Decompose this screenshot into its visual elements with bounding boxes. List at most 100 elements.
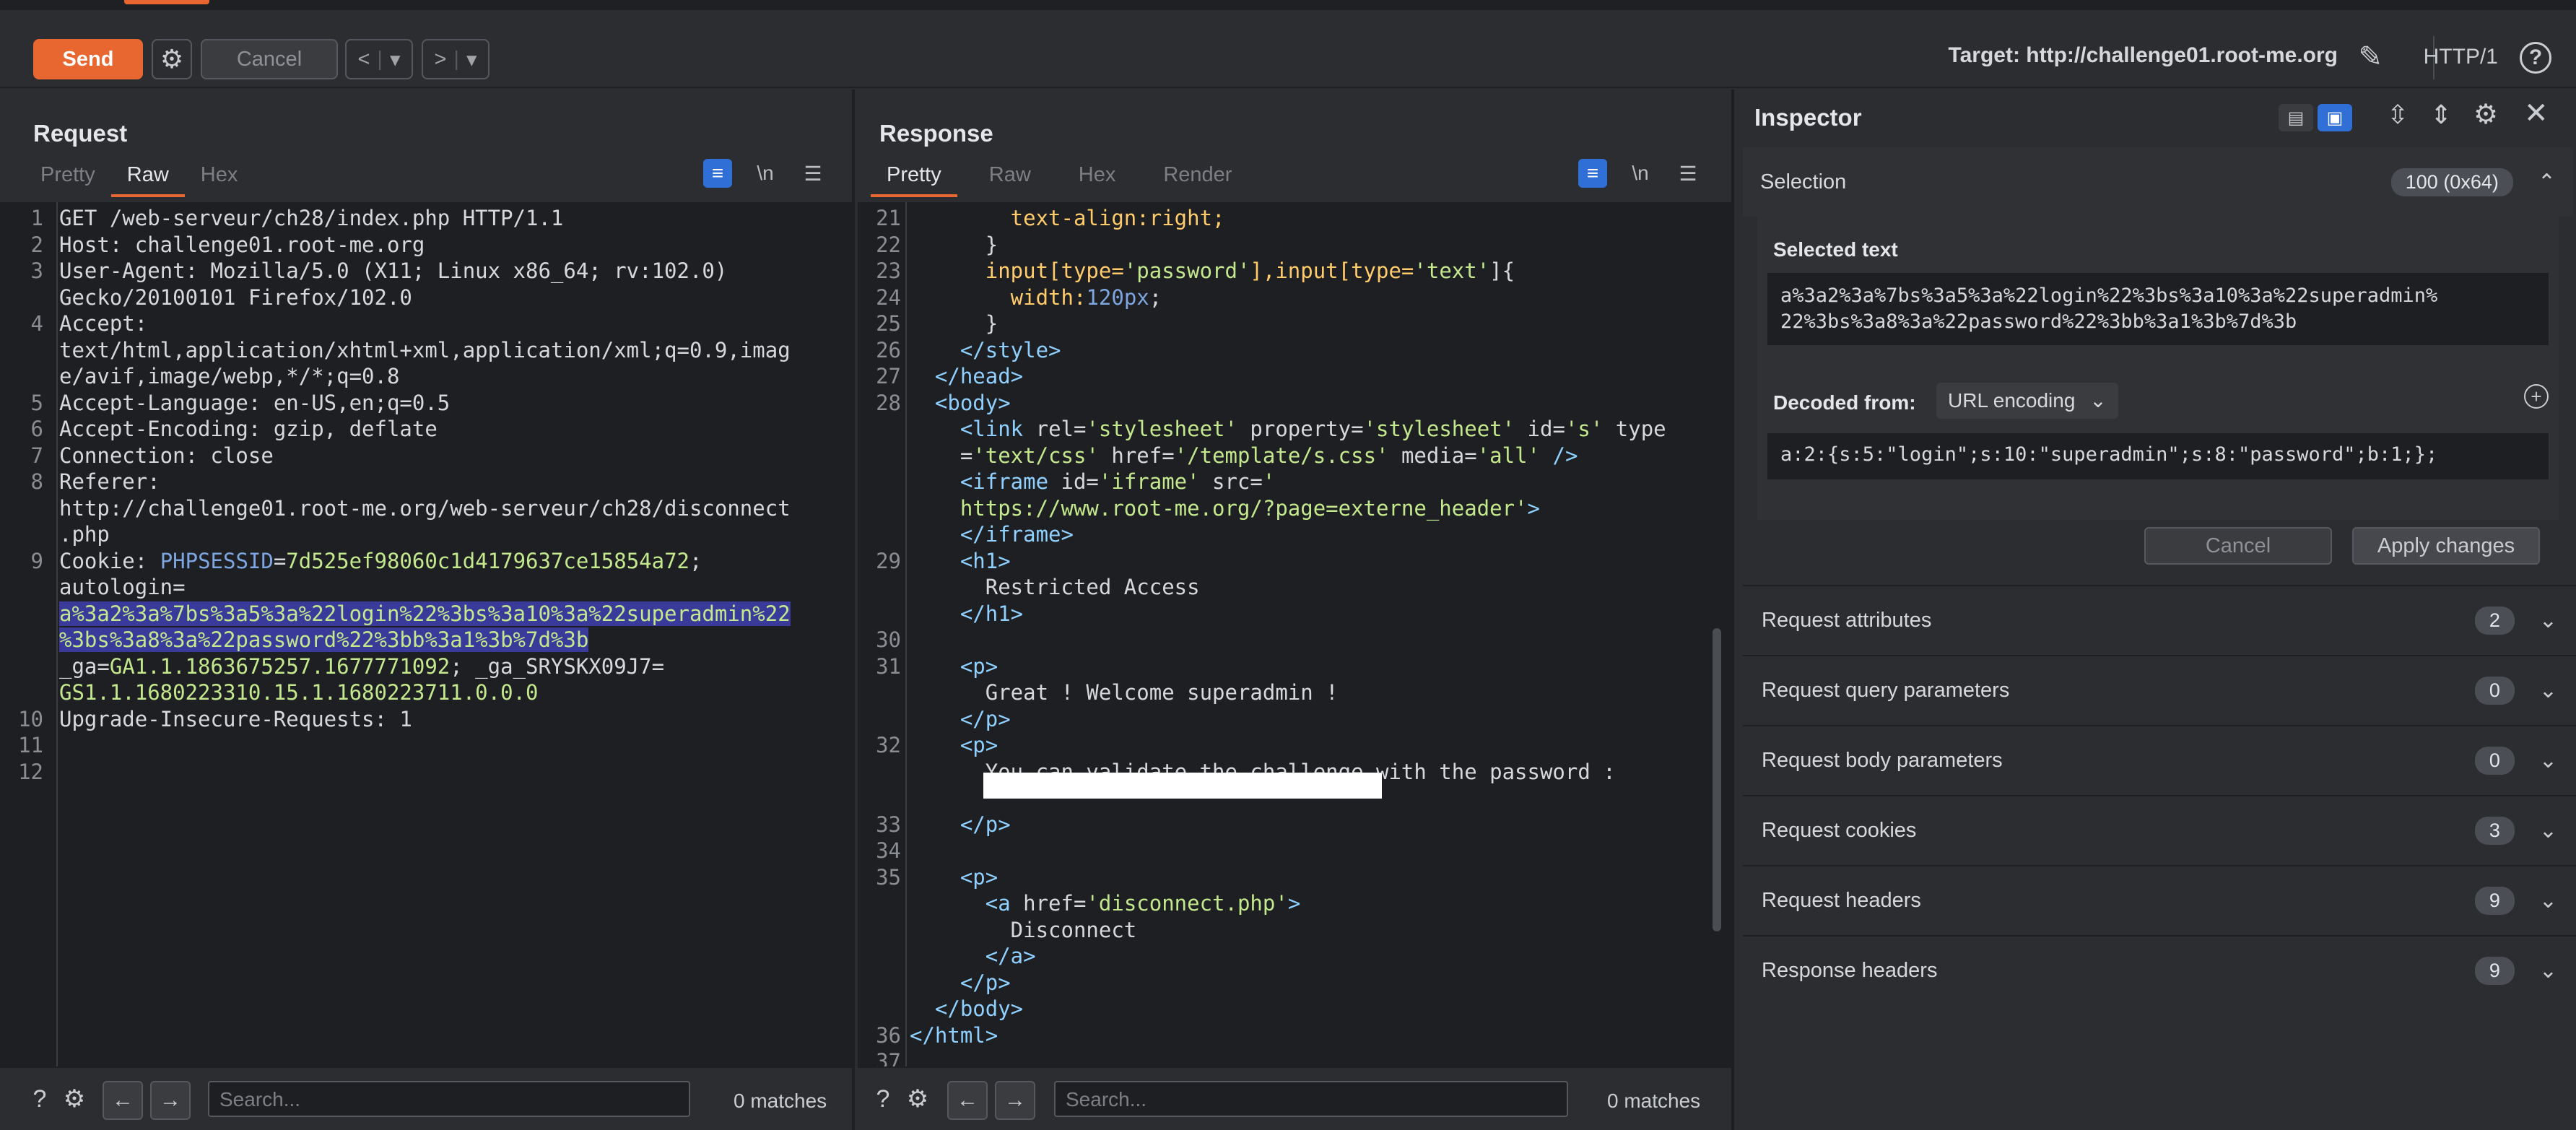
inspector-section-row[interactable]: Request query parameters 0 ⌄ <box>1743 655 2576 724</box>
selection-section-header[interactable]: Selection 100 (0x64) ⌃ <box>1743 147 2573 217</box>
next-match-button[interactable]: → <box>995 1081 1035 1120</box>
add-decoding-icon[interactable]: + <box>2524 384 2549 409</box>
tab-raw[interactable]: Raw <box>110 160 185 197</box>
cancel-button[interactable]: Cancel <box>2144 527 2332 565</box>
cancel-button[interactable]: Cancel <box>201 39 338 79</box>
code-token: Referer: <box>59 469 160 494</box>
code-line: </p> <box>910 970 1011 996</box>
inspector-section-row[interactable]: Request cookies 3 ⌄ <box>1743 795 2576 864</box>
tab-hex[interactable]: Hex <box>185 160 254 197</box>
tab-render[interactable]: Render <box>1147 160 1248 197</box>
target-label[interactable]: Target: http://challenge01.root-me.org <box>1949 43 2338 68</box>
close-icon[interactable]: ✕ <box>2524 97 2549 130</box>
split-view-icon[interactable]: ▣ <box>2318 104 2352 131</box>
section-label: Request cookies <box>1762 818 1917 842</box>
code-line: <p> <box>910 864 998 891</box>
code-token: </h1> <box>910 601 1024 626</box>
tab-pretty[interactable]: Pretty <box>25 160 111 197</box>
decoded-value-box[interactable]: a:2:{s:5:"login";s:10:"superadmin";s:8:"… <box>1767 433 2549 479</box>
previous-match-button[interactable]: ← <box>947 1081 988 1120</box>
decoding-dropdown[interactable]: URL encoding ⌄ <box>1936 383 2118 419</box>
menu-icon[interactable]: ☰ <box>1674 159 1702 188</box>
code-line: input[type='password'],input[type='text'… <box>910 258 1515 284</box>
code-token: Restricted Access <box>910 575 1200 599</box>
code-token: text/html,application/xhtml+xml,applicat… <box>59 337 791 362</box>
code-token: > <box>1287 891 1301 916</box>
next-match-button[interactable]: → <box>150 1081 191 1120</box>
settings-gear-icon[interactable]: ⚙ <box>152 39 192 79</box>
expand-all-icon[interactable]: ⇳ <box>2387 100 2409 130</box>
newline-toggle-icon[interactable]: \n <box>751 159 780 188</box>
code-token: </p> <box>910 706 1011 731</box>
search-input[interactable]: Search... <box>208 1081 690 1117</box>
code-line: a%3a2%3a%7bs%3a5%3a%22login%22%3bs%3a10%… <box>59 601 791 627</box>
selected-text-box[interactable]: a%3a2%3a%7bs%3a5%3a%22login%22%3bs%3a10%… <box>1767 273 2549 345</box>
code-token: } <box>910 232 998 257</box>
code-line: Accept-Language: en-US,en;q=0.5 <box>59 390 450 417</box>
code-token: Great ! Welcome superadmin ! <box>910 680 1339 705</box>
code-token: input[type= <box>910 258 1124 283</box>
newline-toggle-icon[interactable]: \n <box>1626 159 1655 188</box>
wrap-lines-icon[interactable]: ≡ <box>1578 159 1607 188</box>
code-token: </p> <box>910 970 1011 995</box>
collapse-all-icon[interactable]: ⇕ <box>2430 100 2452 130</box>
history-forward-button[interactable]: > | ▾ <box>422 39 489 79</box>
tab-raw[interactable]: Raw <box>973 160 1047 197</box>
inspector-section-row[interactable]: Response headers 9 ⌄ <box>1743 935 2576 1004</box>
code-token: type <box>1603 417 1666 441</box>
code-line: autologin= <box>59 574 186 601</box>
inspector-section-row[interactable]: Request attributes 2 ⌄ <box>1743 585 2576 654</box>
response-tabs: Pretty Raw Hex Render <box>871 160 1248 197</box>
inspector-section-row[interactable]: Request body parameters 0 ⌄ <box>1743 725 2576 794</box>
chevron-down-icon[interactable]: ▾ <box>466 47 477 72</box>
redacted-password-block <box>983 773 1382 799</box>
code-token: <p> <box>910 864 998 890</box>
code-token: close <box>210 443 274 468</box>
line-number: 37 <box>876 1049 901 1066</box>
code-token: e/avif,image/webp,*/*;q=0.8 <box>59 364 400 388</box>
line-number: 32 <box>876 733 901 757</box>
code-line: </p> <box>910 812 1011 838</box>
code-line: Disconnect <box>910 917 1137 944</box>
inspector-section-row[interactable]: Request headers 9 ⌄ <box>1743 865 2576 934</box>
code-token: <link <box>910 417 1036 441</box>
divider: | <box>377 47 383 71</box>
code-token: href= <box>1023 891 1087 916</box>
section-label: Request query parameters <box>1762 678 2010 702</box>
send-button[interactable]: Send <box>33 39 143 79</box>
divider: | <box>453 47 459 71</box>
chevron-down-icon[interactable]: ▾ <box>390 47 401 72</box>
tab-pretty[interactable]: Pretty <box>871 160 957 197</box>
help-icon[interactable]: ? <box>25 1084 55 1114</box>
code-token: a%3a2%3a%7bs%3a5%3a%22login%22%3bs%3a10%… <box>59 601 791 626</box>
menu-icon[interactable]: ☰ <box>799 159 827 188</box>
settings-gear-icon[interactable]: ⚙ <box>2473 98 2498 131</box>
help-icon[interactable]: ? <box>2520 42 2551 74</box>
code-token: ; <box>689 548 702 573</box>
back-arrow-label: < <box>357 47 370 71</box>
settings-gear-icon[interactable]: ⚙ <box>902 1084 933 1114</box>
history-back-button[interactable]: < | ▾ <box>345 39 413 79</box>
settings-gear-icon[interactable]: ⚙ <box>59 1084 90 1114</box>
wrap-lines-icon[interactable]: ≡ <box>703 159 732 188</box>
request-editor[interactable]: 1 GET /web-serveur/ch28/index.php HTTP/1.… <box>0 202 852 1066</box>
code-line: User-Agent: Mozilla/5.0 (X11; Linux x86_… <box>59 258 727 284</box>
section-count-badge: 0 <box>2474 746 2515 775</box>
apply-changes-button[interactable]: Apply changes <box>2352 527 2540 565</box>
code-line: GET /web-serveur/ch28/index.php HTTP/1.1 <box>59 205 563 232</box>
tab-hex[interactable]: Hex <box>1063 160 1132 197</box>
http-version-label[interactable]: HTTP/1 <box>2424 45 2498 69</box>
code-token: 'disconnect.php' <box>1086 891 1288 916</box>
search-input[interactable]: Search... <box>1054 1081 1568 1117</box>
code-token: /> <box>1540 443 1578 468</box>
line-number: 12 <box>18 759 43 784</box>
list-view-icon[interactable]: ▤ <box>2279 104 2313 131</box>
code-line: Connection: close <box>59 443 274 469</box>
code-token: href= <box>1098 443 1175 468</box>
edit-pencil-icon[interactable]: ✎ <box>2358 40 2383 74</box>
help-icon[interactable]: ? <box>868 1084 898 1114</box>
code-token: ' <box>1262 469 1276 494</box>
response-editor[interactable]: 21 text-align:right; 22 } 23 input[type='p… <box>858 202 1731 1066</box>
previous-match-button[interactable]: ← <box>103 1081 143 1120</box>
vertical-scrollbar[interactable] <box>1713 628 1721 931</box>
